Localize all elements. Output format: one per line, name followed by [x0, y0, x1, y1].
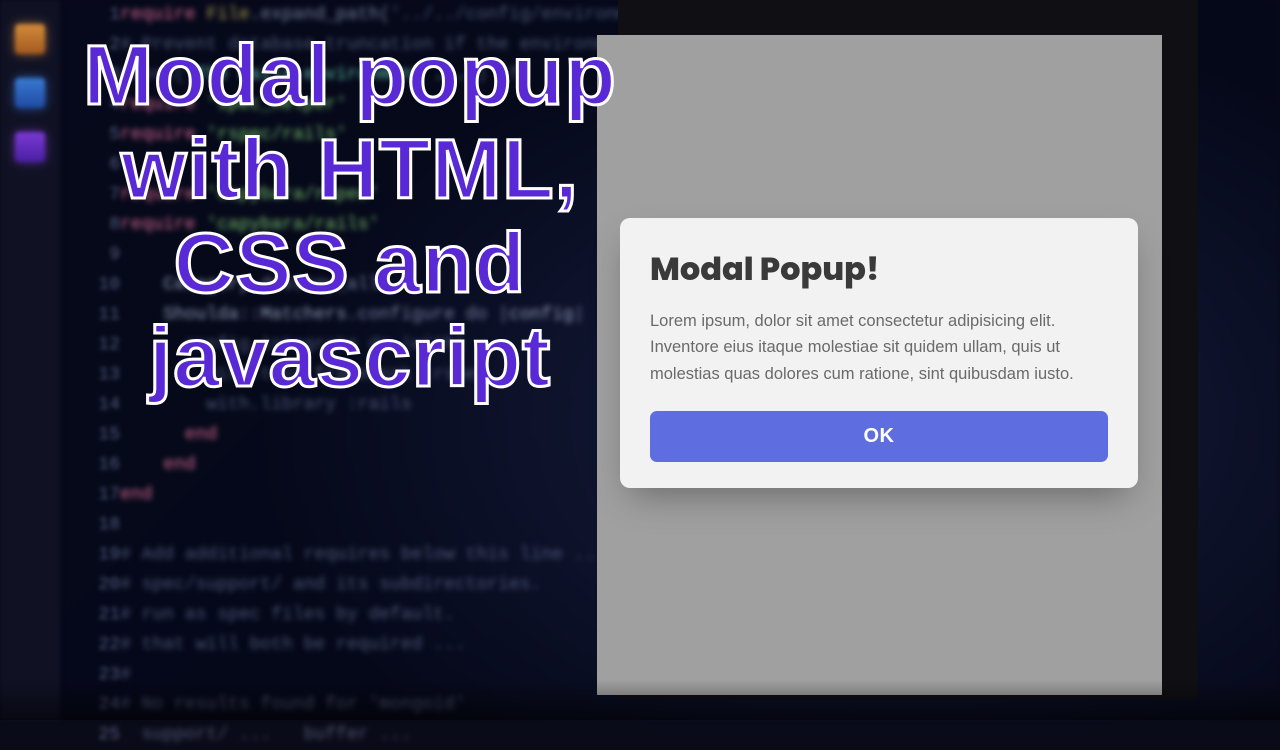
line-number: 17: [80, 480, 120, 510]
line-number: 21: [80, 600, 120, 630]
line-number: 18: [80, 510, 120, 540]
line-number: 1: [80, 0, 120, 30]
bottom-vignette: [0, 680, 1280, 720]
code-line: support/ ... buffer ...: [120, 720, 820, 750]
line-number: 19: [80, 540, 120, 570]
line-number: 25: [80, 720, 120, 750]
line-number: 22: [80, 630, 120, 660]
modal-title: Modal Popup!: [650, 246, 1108, 294]
modal-body: Lorem ipsum, dolor sit amet consectetur …: [650, 308, 1108, 387]
ok-button[interactable]: OK: [650, 411, 1108, 462]
page-title: Modal popup with HTML, CSS and javascrip…: [40, 28, 660, 404]
line-number: 16: [80, 450, 120, 480]
modal-popup: Modal Popup! Lorem ipsum, dolor sit amet…: [620, 218, 1138, 488]
line-number: 20: [80, 570, 120, 600]
line-number: 15: [80, 420, 120, 450]
